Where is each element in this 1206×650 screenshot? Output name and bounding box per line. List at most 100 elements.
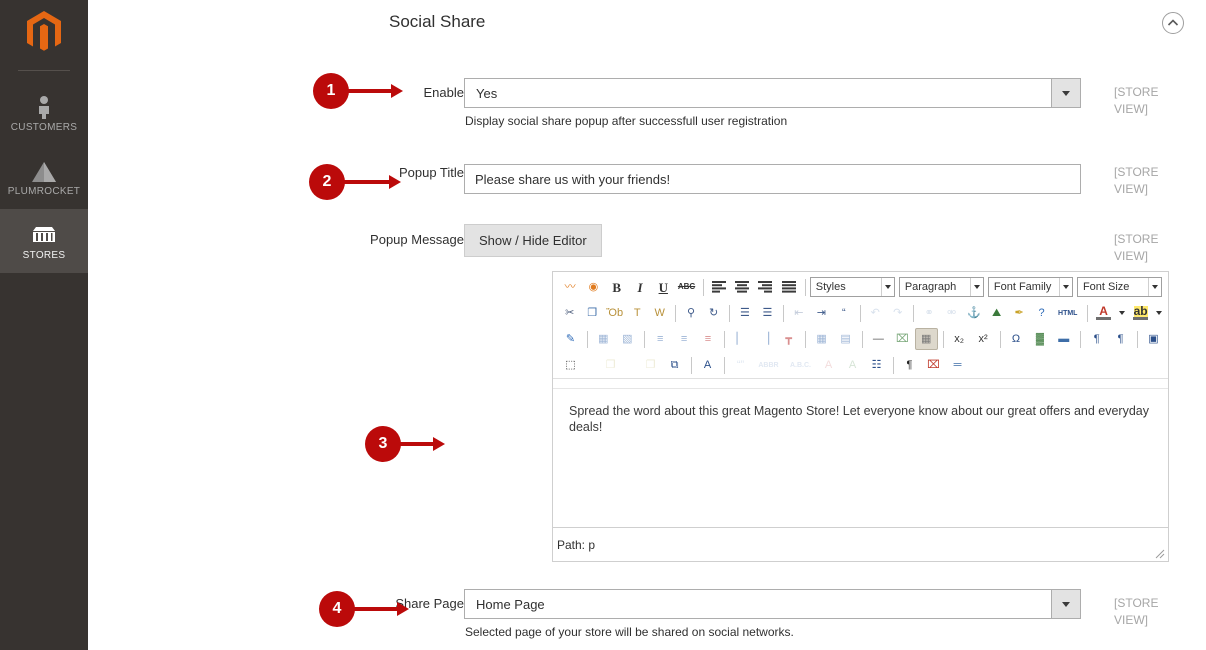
magento-widget-icon-glyph: 〰 <box>564 280 576 293</box>
italic-icon[interactable]: I <box>628 276 652 298</box>
font-family-select[interactable]: Font Family <box>987 277 1073 297</box>
editor-content-area[interactable]: Spread the word about this great Magento… <box>553 388 1168 527</box>
redo-icon-glyph: ↷ <box>893 306 903 319</box>
sidebar-item-stores[interactable]: STORES <box>0 209 88 273</box>
paste-icon[interactable]: Ὄb <box>603 302 626 324</box>
styles-select[interactable]: Styles <box>809 277 895 297</box>
align-right-icon[interactable] <box>754 276 777 298</box>
toolbar-separator <box>702 278 704 296</box>
indent-icon[interactable]: ⇥ <box>810 302 833 324</box>
delete-column-icon[interactable]: ┳ <box>777 328 801 350</box>
italic-icon-glyph: I <box>637 279 643 295</box>
blockquote-icon[interactable]: “ <box>833 302 855 324</box>
strikethrough-icon[interactable]: ABC <box>675 276 698 298</box>
attributes-icon[interactable]: ☷ <box>865 354 888 376</box>
underline-icon[interactable]: U <box>652 276 675 298</box>
rtl-icon[interactable]: ¶ <box>1109 328 1133 350</box>
insert-row-before-icon[interactable]: ≡ <box>672 328 696 350</box>
special-character-icon[interactable]: Ω <box>1004 328 1028 350</box>
editor-resize-grip[interactable] <box>1153 546 1165 559</box>
toolbar-separator <box>1087 304 1089 322</box>
style-props-icon[interactable]: A <box>696 354 719 376</box>
html-source-icon[interactable]: HTML <box>1053 302 1083 324</box>
background-color-icon-picker[interactable] <box>1152 302 1165 324</box>
sidebar-item-label: CUSTOMERS <box>10 122 78 133</box>
table-properties-icon[interactable]: ▧ <box>615 328 639 350</box>
toggle-absolute-icon[interactable]: ⧉ <box>663 354 686 376</box>
split-cells-icon[interactable]: ▦ <box>810 328 834 350</box>
paste-word-icon-glyph: W <box>654 306 665 319</box>
show-hide-editor-button[interactable]: Show / Hide Editor <box>464 224 602 257</box>
link-icon-glyph: ⚭ <box>924 306 934 319</box>
align-justify-icon[interactable] <box>777 276 800 298</box>
show-blocks-icon-glyph: ¶ <box>906 358 913 371</box>
cleanup-icon[interactable]: ✒ <box>1008 302 1030 324</box>
table-properties-icon-glyph: ▧ <box>622 332 633 345</box>
select-all-icon[interactable]: ⬚ <box>559 354 582 376</box>
insert-row-after-icon[interactable]: ≡ <box>696 328 720 350</box>
text-color-icon-swatch[interactable]: A <box>1092 302 1115 324</box>
font-size-select[interactable]: Font Size <box>1076 277 1162 297</box>
numbered-list-icon[interactable]: ☰ <box>756 302 779 324</box>
magento-widget-icon[interactable]: 〰 <box>559 276 582 298</box>
insert-column-after-icon[interactable]: ▕ <box>753 328 777 350</box>
share-page-select[interactable]: Home Page <box>464 589 1081 619</box>
enable-select-value: Yes <box>476 85 498 101</box>
superscript-icon[interactable]: x² <box>971 328 995 350</box>
merge-cells-icon[interactable]: ▤ <box>834 328 857 350</box>
link-icon: ⚭ <box>918 302 940 324</box>
customers-icon <box>34 93 54 119</box>
paste-word-icon[interactable]: W <box>648 302 671 324</box>
image-icon[interactable]: ⛰ <box>985 302 1008 324</box>
ltr-icon[interactable]: ¶ <box>1085 328 1109 350</box>
bold-icon[interactable]: B <box>605 276 628 298</box>
help-icon[interactable]: ? <box>1030 302 1053 324</box>
sidebar-item-label: PLUMROCKET <box>7 186 81 197</box>
editor-toolbar-row-2: ✂ ❐ Ὄb T W ⚲ ↻ ☰ ☰ ⇤ ⇥ “ ↶ ↷ ⚭ ⚮ ⚓ ⛰ ✒? HTML A ab <box>555 300 1166 326</box>
popup-title-input[interactable] <box>464 164 1081 194</box>
insert-date-icon[interactable]: ▬ <box>1052 328 1076 350</box>
show-blocks-icon[interactable]: ¶ <box>898 354 921 376</box>
toolbar-separator <box>805 330 807 348</box>
chevron-down-icon <box>969 278 983 296</box>
chevron-up-icon[interactable] <box>1162 12 1184 34</box>
toolbar-separator <box>1080 330 1082 348</box>
background-color-icon-swatch[interactable]: ab <box>1129 302 1152 324</box>
media-icon[interactable]: ▓ <box>1028 328 1052 350</box>
cut-icon-glyph: ✂ <box>565 306 575 319</box>
edit-css-icon[interactable]: ✎ <box>559 328 582 350</box>
text-color-icon[interactable]: A <box>1092 302 1128 324</box>
font-family-select-value: Font Family <box>993 281 1052 293</box>
paragraph-select[interactable]: Paragraph <box>898 277 984 297</box>
sidebar-item-plumrocket[interactable]: PLUMROCKET <box>0 145 88 209</box>
text-color-icon-picker[interactable] <box>1115 302 1128 324</box>
search-icon[interactable]: ⚲ <box>680 302 702 324</box>
insert-column-before-icon[interactable]: ▏ <box>729 328 753 350</box>
background-color-icon[interactable]: ab <box>1129 302 1165 324</box>
magento-variable-icon[interactable]: ◉ <box>582 276 605 298</box>
enable-select[interactable]: Yes <box>464 78 1081 108</box>
nonbreaking-icon[interactable]: ⌧ <box>922 354 945 376</box>
copy-icon[interactable]: ❐ <box>581 302 603 324</box>
page-break-icon[interactable]: ═ <box>946 354 969 376</box>
deletion-icon: A <box>817 354 840 376</box>
subscript-icon[interactable]: x₂ <box>947 328 971 350</box>
visual-aid-icon[interactable]: ▦ <box>914 328 938 350</box>
align-left-icon[interactable] <box>707 276 730 298</box>
replace-icon[interactable]: ↻ <box>702 302 725 324</box>
insert-table-icon[interactable]: ▦ <box>591 328 615 350</box>
align-center-icon[interactable] <box>730 276 754 298</box>
sidebar-item-customers[interactable]: CUSTOMERS <box>0 81 88 145</box>
anchor-icon[interactable]: ⚓ <box>963 302 985 324</box>
remove-format-icon[interactable]: ⌧ <box>890 328 914 350</box>
insert-row-before-icon-glyph: ≡ <box>680 332 688 345</box>
fullscreen-icon[interactable]: ▣ <box>1142 328 1165 350</box>
bullet-list-icon[interactable]: ☰ <box>734 302 756 324</box>
deletion-icon-glyph: A <box>824 358 833 371</box>
cut-icon[interactable]: ✂ <box>559 302 581 324</box>
popup-message-scope: [STORE VIEW] <box>1114 232 1159 263</box>
horizontal-rule-icon[interactable]: — <box>866 328 890 350</box>
magento-logo[interactable] <box>0 0 88 56</box>
paste-text-icon[interactable]: T <box>626 302 648 324</box>
row-properties-icon[interactable]: ≡ <box>648 328 672 350</box>
